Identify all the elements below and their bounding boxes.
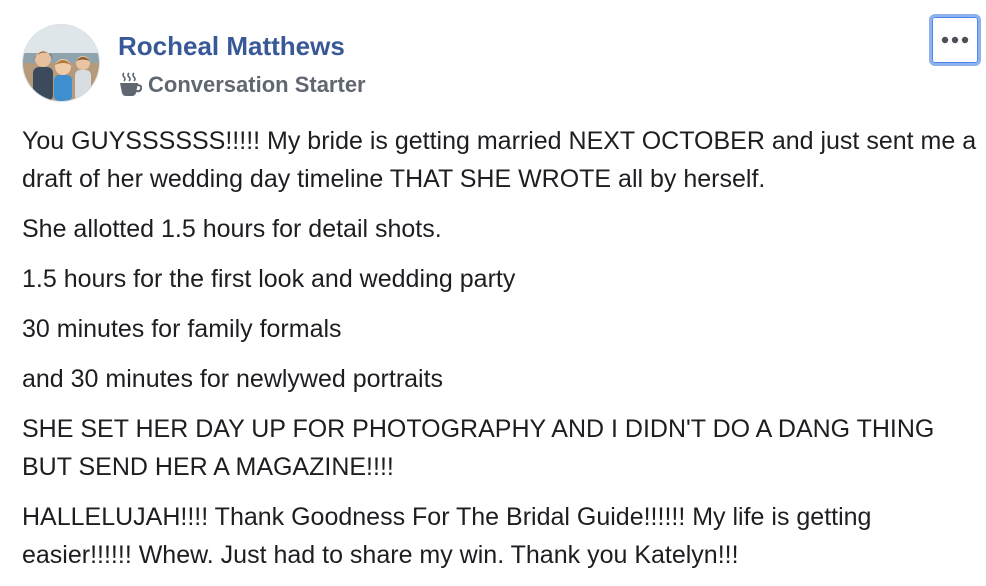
post-paragraph: and 30 minutes for newlywed portraits <box>22 365 444 393</box>
avatar-photo <box>23 25 99 101</box>
author-name[interactable]: Rocheal Matthews <box>118 30 345 62</box>
profile-badge[interactable]: Conversation Starter <box>118 70 366 100</box>
post-paragraph: HALLELUJAH!!!! Thank Goodness For The Br… <box>22 503 872 569</box>
avatar[interactable] <box>22 24 100 102</box>
post-paragraph: SHE SET HER DAY UP FOR PHOTOGRAPHY AND I… <box>22 415 935 481</box>
post-body: You GUYSSSSSS!!!!! My bride is getting m… <box>22 122 977 586</box>
post-paragraph: 1.5 hours for the first look and wedding… <box>22 265 516 293</box>
badge-label: Conversation Starter <box>148 72 366 97</box>
post-paragraph: You GUYSSSSSS!!!!! My bride is getting m… <box>22 127 977 193</box>
post-card: Rocheal Matthews Conversation Starter Yo… <box>0 0 986 584</box>
post-paragraph: 30 minutes for family formals <box>22 315 342 343</box>
post-paragraph: She allotted 1.5 hours for detail shots. <box>22 215 442 243</box>
more-options-button[interactable] <box>929 14 981 66</box>
ellipsis-icon <box>941 36 969 44</box>
coffee-cup-icon <box>118 72 143 98</box>
